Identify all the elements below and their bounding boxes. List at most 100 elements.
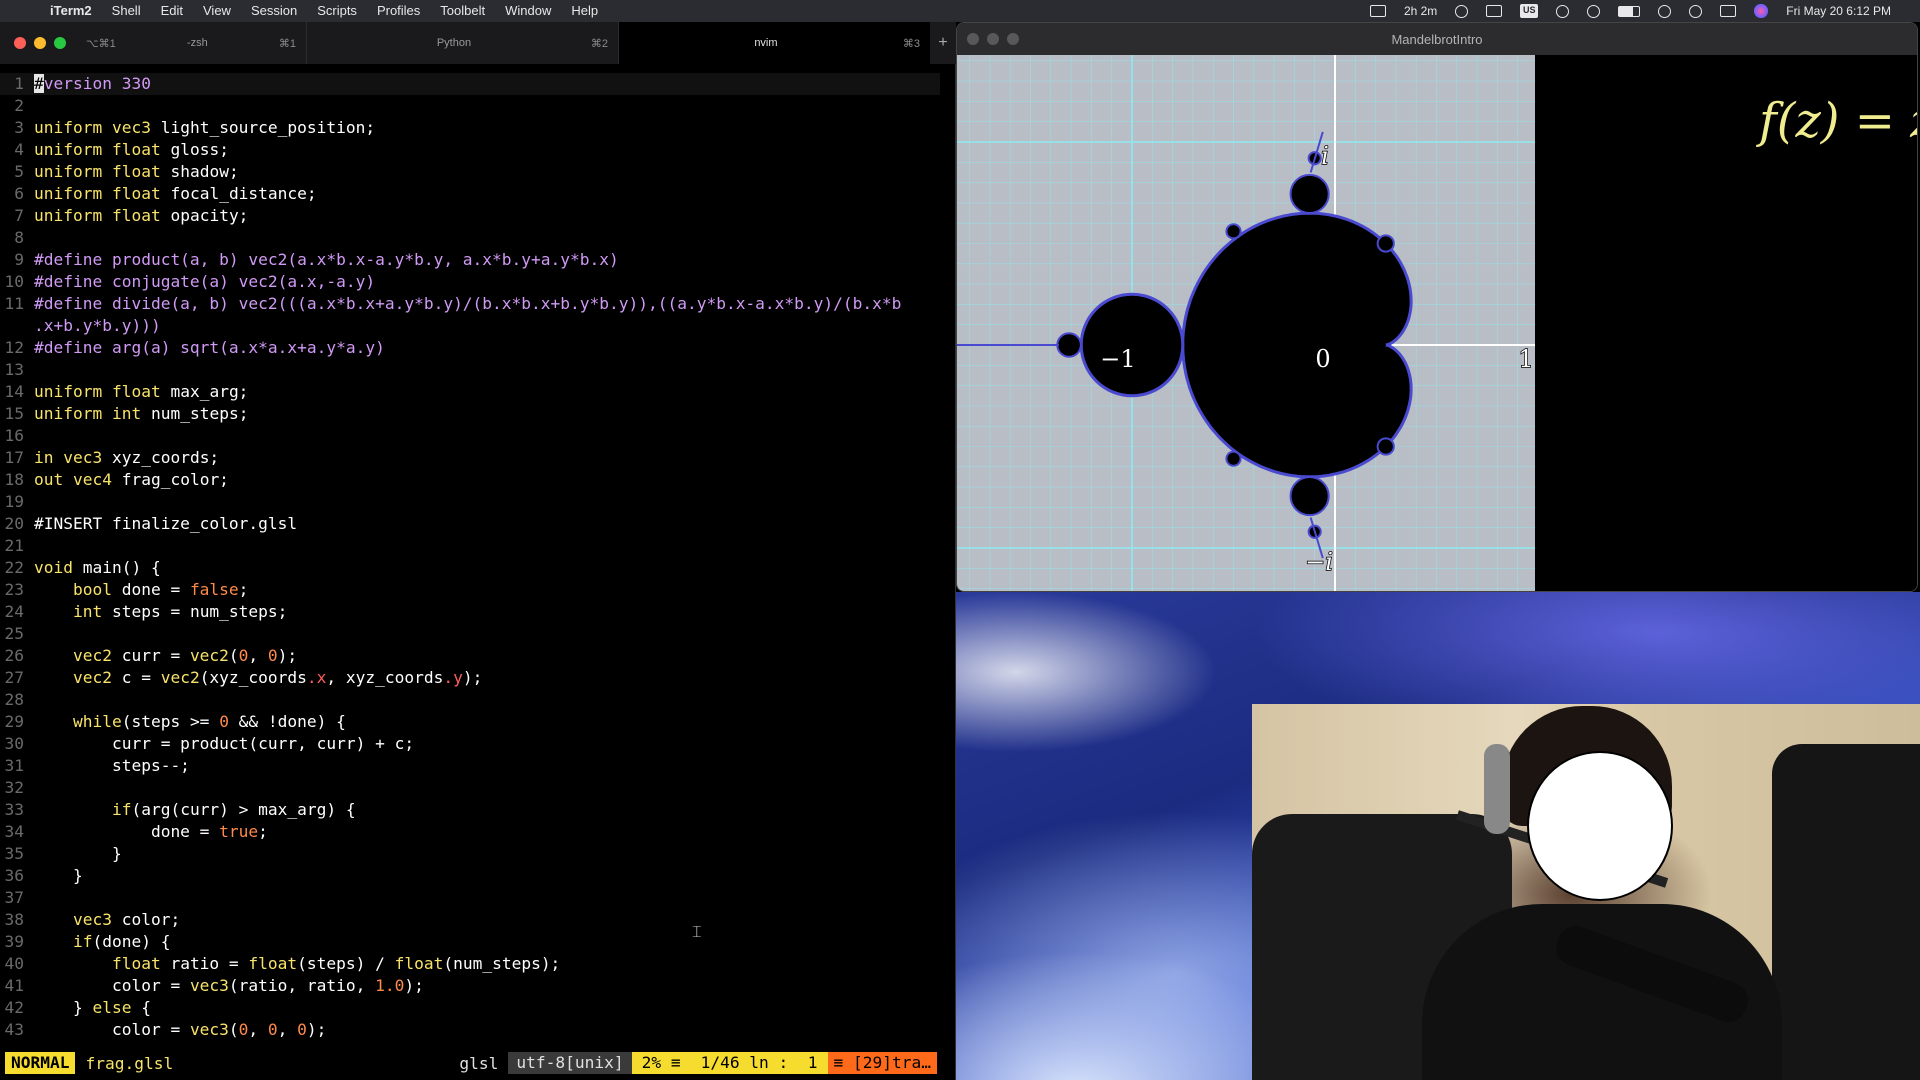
- new-tab-button[interactable]: +: [930, 34, 956, 52]
- code-line[interactable]: 13: [0, 359, 940, 381]
- code-line[interactable]: 38 vec3 color;: [0, 909, 940, 931]
- line-number: 26: [4, 646, 25, 665]
- code-line[interactable]: 32: [0, 777, 940, 799]
- minimize-button[interactable]: [34, 37, 46, 49]
- code-line[interactable]: 22 void main() {: [0, 557, 940, 579]
- line-text: bool done = false;: [72, 580, 249, 599]
- code-line[interactable]: 26 vec2 curr = vec2(0, 0);: [0, 645, 940, 667]
- line-text: }: [34, 866, 83, 885]
- siri-icon[interactable]: [1754, 4, 1769, 18]
- code-line[interactable]: 2: [0, 95, 940, 117]
- window-icon[interactable]: [1486, 5, 1503, 17]
- whitespace-warning: ≡ [29]tra…: [827, 1052, 937, 1074]
- code-editor[interactable]: 1 #version 330 2 3 uniform vec3 light_source…: [0, 64, 956, 1052]
- menu-profiles[interactable]: Profiles: [367, 0, 430, 22]
- mouse-icon[interactable]: [1455, 4, 1469, 18]
- input-source-icon[interactable]: US: [1520, 4, 1539, 18]
- code-line[interactable]: 41 color = vec3(ratio, ratio, 1.0);: [0, 975, 940, 997]
- line-number: 20: [4, 514, 25, 533]
- code-line[interactable]: 5 uniform float shadow;: [0, 161, 940, 183]
- tab-python[interactable]: Python ⌘2: [306, 22, 618, 64]
- code-line[interactable]: 27 vec2 c = vec2(xyz_coords.x, xyz_coord…: [0, 667, 940, 689]
- menu-help[interactable]: Help: [561, 0, 608, 22]
- menu-view[interactable]: View: [193, 0, 241, 22]
- code-line[interactable]: 16: [0, 425, 940, 447]
- code-line[interactable]: 29 while(steps >= 0 && !done) {: [0, 711, 940, 733]
- window-title: MandelbrotIntro: [1391, 31, 1483, 47]
- wifi-icon[interactable]: [1658, 4, 1672, 18]
- line-text: in vec3 xyz_coords;: [34, 448, 220, 467]
- menu-edit[interactable]: Edit: [151, 0, 193, 22]
- tab-nvim[interactable]: nvim ⌘3: [618, 22, 930, 64]
- clock[interactable]: Fri May 20 6:12 PM: [1777, 0, 1900, 22]
- mandelbrot-window: MandelbrotIntro −1 0 1 i −i f(z) = z² + c: [956, 22, 1918, 592]
- code-line[interactable]: 30 curr = product(curr, curr) + c;: [0, 733, 940, 755]
- code-line[interactable]: 19: [0, 491, 940, 513]
- code-line[interactable]: 18 out vec4 frag_color;: [0, 469, 940, 491]
- code-line[interactable]: 39 if(done) {: [0, 931, 940, 953]
- menu-bar: iTerm2 Shell Edit View Session Scripts P…: [0, 0, 1920, 22]
- menu-session[interactable]: Session: [241, 0, 307, 22]
- zoom-button[interactable]: [54, 37, 66, 49]
- bluetooth-icon[interactable]: [1587, 4, 1601, 18]
- close-button[interactable]: [14, 37, 26, 49]
- line-number: 4: [14, 140, 24, 159]
- code-line[interactable]: 37: [0, 887, 940, 909]
- code-line[interactable]: .x+b.y*b.y))): [0, 315, 940, 337]
- line-number: 12: [4, 338, 25, 357]
- timer-status[interactable]: 2h 2m: [1395, 0, 1446, 22]
- minimize-button[interactable]: [987, 33, 999, 45]
- code-line[interactable]: 11 #define divide(a, b) vec2(((a.x*b.x+a.…: [0, 293, 940, 315]
- code-line[interactable]: 7 uniform float opacity;: [0, 205, 940, 227]
- tab-zsh[interactable]: ⌥⌘1 -zsh ⌘1: [76, 22, 306, 64]
- screen-mirror-icon[interactable]: [1369, 5, 1386, 17]
- menu-app-name[interactable]: iTerm2: [40, 0, 102, 22]
- menu-shell[interactable]: Shell: [102, 0, 151, 22]
- code-line[interactable]: 6 uniform float focal_distance;: [0, 183, 940, 205]
- close-button[interactable]: [967, 33, 979, 45]
- line-text: uniform float gloss;: [34, 140, 229, 159]
- code-line[interactable]: 10 #define conjugate(a) vec2(a.x,-a.y): [0, 271, 940, 293]
- code-line[interactable]: 33 if(arg(curr) > max_arg) {: [0, 799, 940, 821]
- menu-toolbelt[interactable]: Toolbelt: [430, 0, 495, 22]
- code-line[interactable]: 43 color = vec3(0, 0, 0);: [0, 1019, 940, 1041]
- line-number: 28: [4, 690, 25, 709]
- code-line[interactable]: 14 uniform float max_arg;: [0, 381, 940, 403]
- line-text: uniform float opacity;: [34, 206, 249, 225]
- window-controls: [957, 33, 1019, 45]
- code-line[interactable]: 34 done = true;: [0, 821, 940, 843]
- line-text: uniform float focal_distance;: [34, 184, 317, 203]
- code-line[interactable]: 20 #INSERT finalize_color.glsl: [0, 513, 940, 535]
- code-line[interactable]: 21: [0, 535, 940, 557]
- menu-scripts[interactable]: Scripts: [307, 0, 367, 22]
- code-line[interactable]: 40 float ratio = float(steps) / float(nu…: [0, 953, 940, 975]
- code-line[interactable]: 35 }: [0, 843, 940, 865]
- zoom-button[interactable]: [1007, 33, 1019, 45]
- code-line[interactable]: 25: [0, 623, 940, 645]
- code-line[interactable]: 9 #define product(a, b) vec2(a.x*b.x-a.y*…: [0, 249, 940, 271]
- volume-icon[interactable]: [1556, 4, 1570, 18]
- code-line[interactable]: 4 uniform float gloss;: [0, 139, 940, 161]
- code-line[interactable]: 8: [0, 227, 940, 249]
- code-line[interactable]: 1 #version 330: [0, 73, 940, 95]
- code-line[interactable]: 17 in vec3 xyz_coords;: [0, 447, 940, 469]
- code-line[interactable]: 23 bool done = false;: [0, 579, 940, 601]
- code-line[interactable]: 42 } else {: [0, 997, 940, 1019]
- code-line[interactable]: 31 steps--;: [0, 755, 940, 777]
- line-number: 27: [4, 668, 25, 687]
- code-line[interactable]: 28: [0, 689, 940, 711]
- line-number: 16: [4, 426, 25, 445]
- window-titlebar[interactable]: MandelbrotIntro: [957, 23, 1917, 55]
- search-icon[interactable]: [1689, 4, 1703, 18]
- code-line[interactable]: 24 int steps = num_steps;: [0, 601, 940, 623]
- code-line[interactable]: 36 }: [0, 865, 940, 887]
- code-line[interactable]: 3 uniform vec3 light_source_position;: [0, 117, 940, 139]
- battery-icon[interactable]: [1618, 5, 1641, 17]
- cursor-position: 1/46 ln : 1: [690, 1052, 828, 1074]
- code-line[interactable]: 15 uniform int num_steps;: [0, 403, 940, 425]
- control-center-icon[interactable]: [1720, 5, 1737, 17]
- menu-window[interactable]: Window: [495, 0, 561, 22]
- line-text: #version 330: [34, 74, 151, 93]
- line-number: 15: [4, 404, 25, 423]
- code-line[interactable]: 12 #define arg(a) sqrt(a.x*a.x+a.y*a.y): [0, 337, 940, 359]
